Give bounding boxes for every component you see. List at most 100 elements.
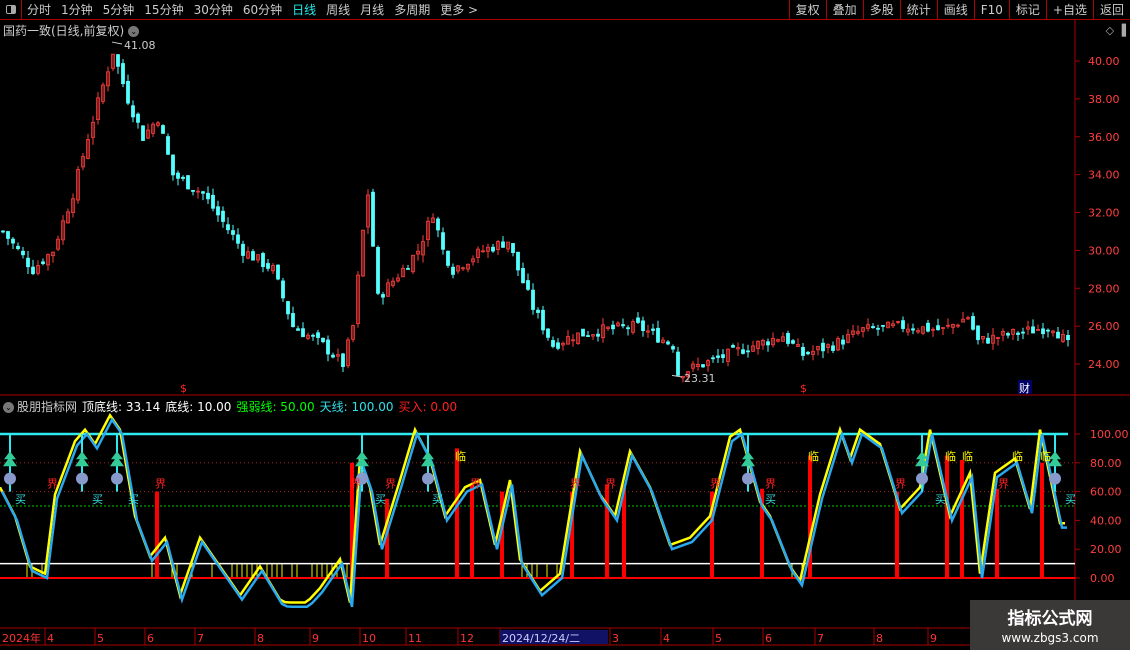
date-label: 9 — [312, 632, 319, 645]
candle-body — [536, 309, 540, 313]
sad-face-icon — [422, 472, 434, 485]
boundary-label: 界 — [385, 477, 396, 490]
candle-body — [641, 320, 645, 332]
candle-body — [581, 328, 585, 337]
candle-body — [226, 224, 230, 231]
candle-body — [511, 243, 515, 253]
candle-body — [266, 263, 270, 269]
candle-body — [216, 206, 220, 216]
candle-body — [141, 125, 145, 141]
near-label: 临 — [808, 449, 819, 463]
watermark-url: www.zbgs3.com — [1001, 631, 1099, 645]
candle-body — [501, 241, 505, 248]
boundary-label: 界 — [470, 477, 481, 490]
y-tick-label: 34.00 — [1088, 169, 1120, 182]
near-label: 临 — [455, 449, 466, 463]
candle-body — [1046, 329, 1050, 332]
candle-body — [451, 266, 455, 275]
candle-body — [371, 191, 375, 247]
sad-face-icon — [76, 472, 88, 485]
boundary-label: 界 — [570, 477, 581, 490]
candle-body — [841, 339, 845, 345]
watermark: 指标公式网 www.zbgs3.com — [970, 600, 1130, 650]
ind-y-tick-label: 0.00 — [1090, 572, 1115, 585]
y-tick-label: 40.00 — [1088, 55, 1120, 68]
candle-body — [926, 322, 930, 332]
date-label: 3 — [612, 632, 619, 645]
buy-label: 买 — [15, 493, 26, 506]
buy-label: 买 — [128, 493, 139, 506]
candle-body — [11, 238, 15, 244]
date-label: 7 — [197, 632, 204, 645]
candle-body — [121, 63, 125, 84]
boundary-label: 界 — [605, 477, 616, 490]
candle-body — [181, 176, 185, 179]
y-tick-label: 30.00 — [1088, 244, 1120, 257]
candle-body — [286, 301, 290, 315]
candle-body — [721, 354, 725, 359]
candle-body — [526, 280, 530, 290]
candle-body — [716, 355, 720, 358]
tree-icon — [3, 451, 17, 467]
candle-body — [491, 246, 495, 252]
candle-body — [331, 354, 335, 358]
buy-spike — [470, 484, 474, 578]
candle-body — [211, 194, 215, 209]
buy-spike — [155, 491, 159, 578]
candle-body — [1021, 331, 1025, 334]
candle-body — [191, 189, 195, 192]
event-marker: $ — [800, 382, 807, 395]
candle-body — [786, 333, 790, 344]
candle-body — [871, 326, 875, 329]
sad-face-icon — [742, 472, 754, 485]
event-marker: $ — [180, 382, 187, 395]
candle-body — [596, 333, 600, 337]
candle-body — [41, 261, 45, 265]
sad-face-icon — [916, 472, 928, 485]
candle-body — [136, 113, 140, 123]
candle-body — [316, 332, 320, 338]
y-tick-label: 36.00 — [1088, 131, 1120, 144]
ind-y-tick-label: 20.00 — [1090, 543, 1122, 556]
sad-face-icon — [4, 472, 16, 485]
buy-spike — [455, 448, 459, 578]
date-label: 9 — [930, 632, 937, 645]
candle-body — [16, 245, 20, 250]
candle-body — [1006, 333, 1010, 336]
candle-body — [626, 327, 630, 330]
boundary-label: 界 — [895, 477, 906, 490]
candle-body — [276, 264, 280, 280]
buy-spike — [995, 488, 999, 578]
candle-body — [251, 251, 255, 261]
boundary-label: 界 — [765, 477, 776, 490]
candle-body — [436, 218, 440, 231]
near-label: 临 — [1012, 449, 1023, 463]
candle-body — [201, 191, 205, 194]
buy-label: 买 — [432, 493, 443, 506]
candle-body — [6, 231, 10, 239]
date-label: 8 — [257, 632, 264, 645]
candle-body — [701, 364, 705, 368]
boundary-label: 界 — [155, 477, 166, 490]
ind-y-tick-label: 60.00 — [1090, 486, 1122, 499]
date-label: 7 — [817, 632, 824, 645]
candle-body — [376, 247, 380, 294]
candle-body — [176, 172, 180, 179]
candle-body — [166, 136, 170, 155]
candle-body — [186, 175, 190, 190]
chart-canvas[interactable]: 40.0038.0036.0034.0032.0030.0028.0026.00… — [0, 0, 1130, 650]
boundary-label: 界 — [350, 477, 361, 490]
candle-body — [1056, 331, 1060, 339]
candle-body — [381, 294, 385, 298]
candle-body — [521, 268, 525, 284]
candle-body — [126, 80, 130, 104]
candle-body — [1, 230, 5, 233]
tree-icon — [355, 451, 369, 467]
candle-body — [986, 337, 990, 344]
candle-body — [236, 234, 240, 244]
tree-icon — [741, 451, 755, 467]
candle-body — [546, 328, 550, 338]
candle-body — [171, 154, 175, 176]
candle-body — [341, 353, 345, 367]
buy-label: 买 — [1065, 493, 1076, 506]
